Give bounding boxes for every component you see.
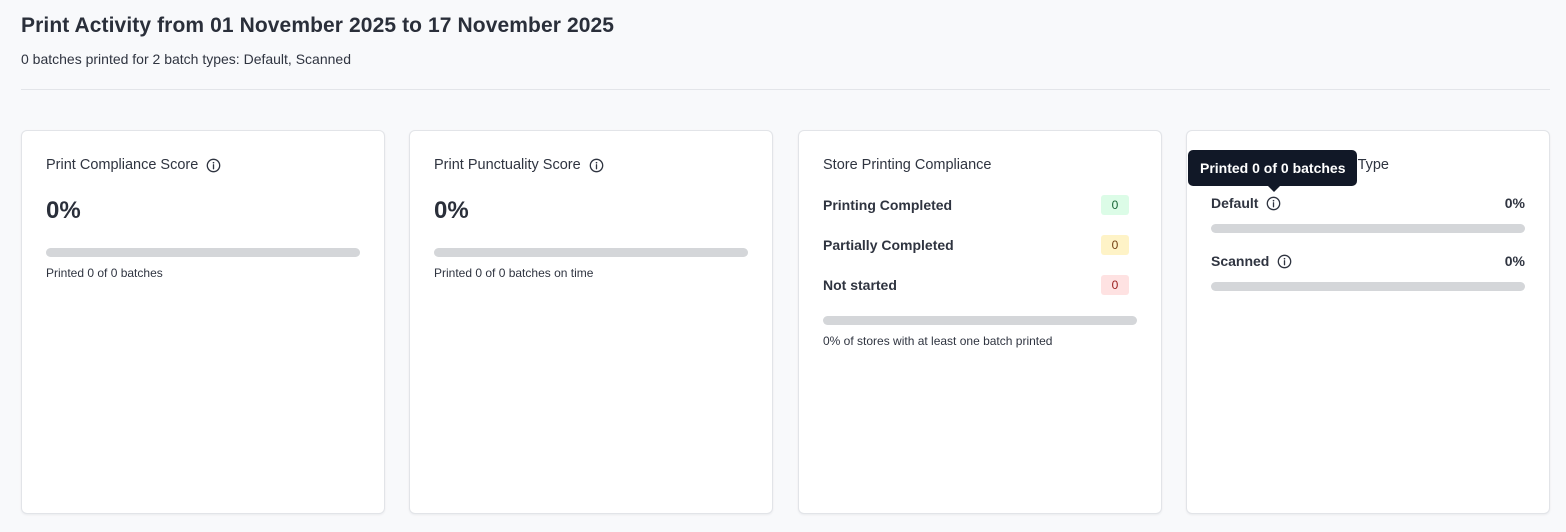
compliance-score: 0% [46, 197, 81, 224]
type-row-label-wrap: Default [1211, 195, 1281, 211]
store-title-text: Store Printing Compliance [823, 157, 992, 173]
info-icon[interactable] [206, 158, 221, 173]
compliance-title-text: Print Compliance Score [46, 157, 199, 173]
print-compliance-card: Print Compliance Score 0% Printed 0 of 0… [21, 130, 385, 514]
print-punctuality-card: Print Punctuality Score 0% Printed 0 of … [409, 130, 773, 514]
type-label: Default [1211, 195, 1259, 211]
status-badge: 0 [1101, 275, 1129, 295]
punctuality-score: 0% [434, 197, 469, 224]
type-row-scanned: Scanned 0% [1211, 253, 1525, 269]
type-label: Scanned [1211, 253, 1270, 269]
page-header: Print Activity from 01 November 2025 to … [21, 14, 614, 67]
type-row-default: Default 0% [1211, 195, 1525, 211]
store-progress-bar [823, 316, 1137, 325]
store-row-label: Partially Completed [823, 237, 954, 253]
type-card-title: Type [1358, 157, 1389, 173]
store-caption: 0% of stores with at least one batch pri… [823, 334, 1053, 348]
compliance-progress-bar [46, 248, 360, 257]
batch-type-card: Type Default 0% Scanned 0% [1186, 130, 1550, 514]
compliance-caption: Printed 0 of 0 batches [46, 266, 163, 280]
store-row-label: Printing Completed [823, 197, 953, 213]
store-printing-compliance-card: Store Printing Compliance Printing Compl… [798, 130, 1162, 514]
status-badge: 0 [1101, 235, 1129, 255]
dashboard-page: Print Activity from 01 November 2025 to … [0, 0, 1566, 532]
store-row-label: Not started [823, 277, 897, 293]
store-row-completed: Printing Completed 0 [823, 195, 1137, 215]
punctuality-progress-bar [434, 248, 748, 257]
compliance-card-title: Print Compliance Score [46, 157, 221, 173]
punctuality-card-title: Print Punctuality Score [434, 157, 604, 173]
header-divider [21, 89, 1550, 90]
status-badge: 0 [1101, 195, 1129, 215]
type-percent: 0% [1504, 253, 1525, 269]
tooltip-arrow [1268, 186, 1280, 192]
tooltip-text: Printed 0 of 0 batches [1200, 160, 1346, 176]
info-tooltip: Printed 0 of 0 batches [1188, 150, 1358, 192]
type-percent: 0% [1504, 195, 1525, 211]
store-row-partial: Partially Completed 0 [823, 235, 1137, 255]
store-row-not-started: Not started 0 [823, 275, 1137, 295]
store-card-title: Store Printing Compliance [823, 157, 991, 173]
punctuality-caption: Printed 0 of 0 batches on time [434, 266, 594, 280]
type-title-text: Type [1357, 157, 1389, 173]
type-progress-bar [1211, 282, 1525, 291]
type-progress-bar [1211, 224, 1525, 233]
info-icon[interactable] [1277, 254, 1292, 269]
page-subtitle: 0 batches printed for 2 batch types: Def… [21, 51, 351, 67]
type-row-label-wrap: Scanned [1211, 253, 1292, 269]
info-icon[interactable] [1266, 196, 1281, 211]
info-icon[interactable] [589, 158, 604, 173]
punctuality-title-text: Print Punctuality Score [434, 157, 581, 173]
page-title: Print Activity from 01 November 2025 to … [21, 14, 615, 37]
